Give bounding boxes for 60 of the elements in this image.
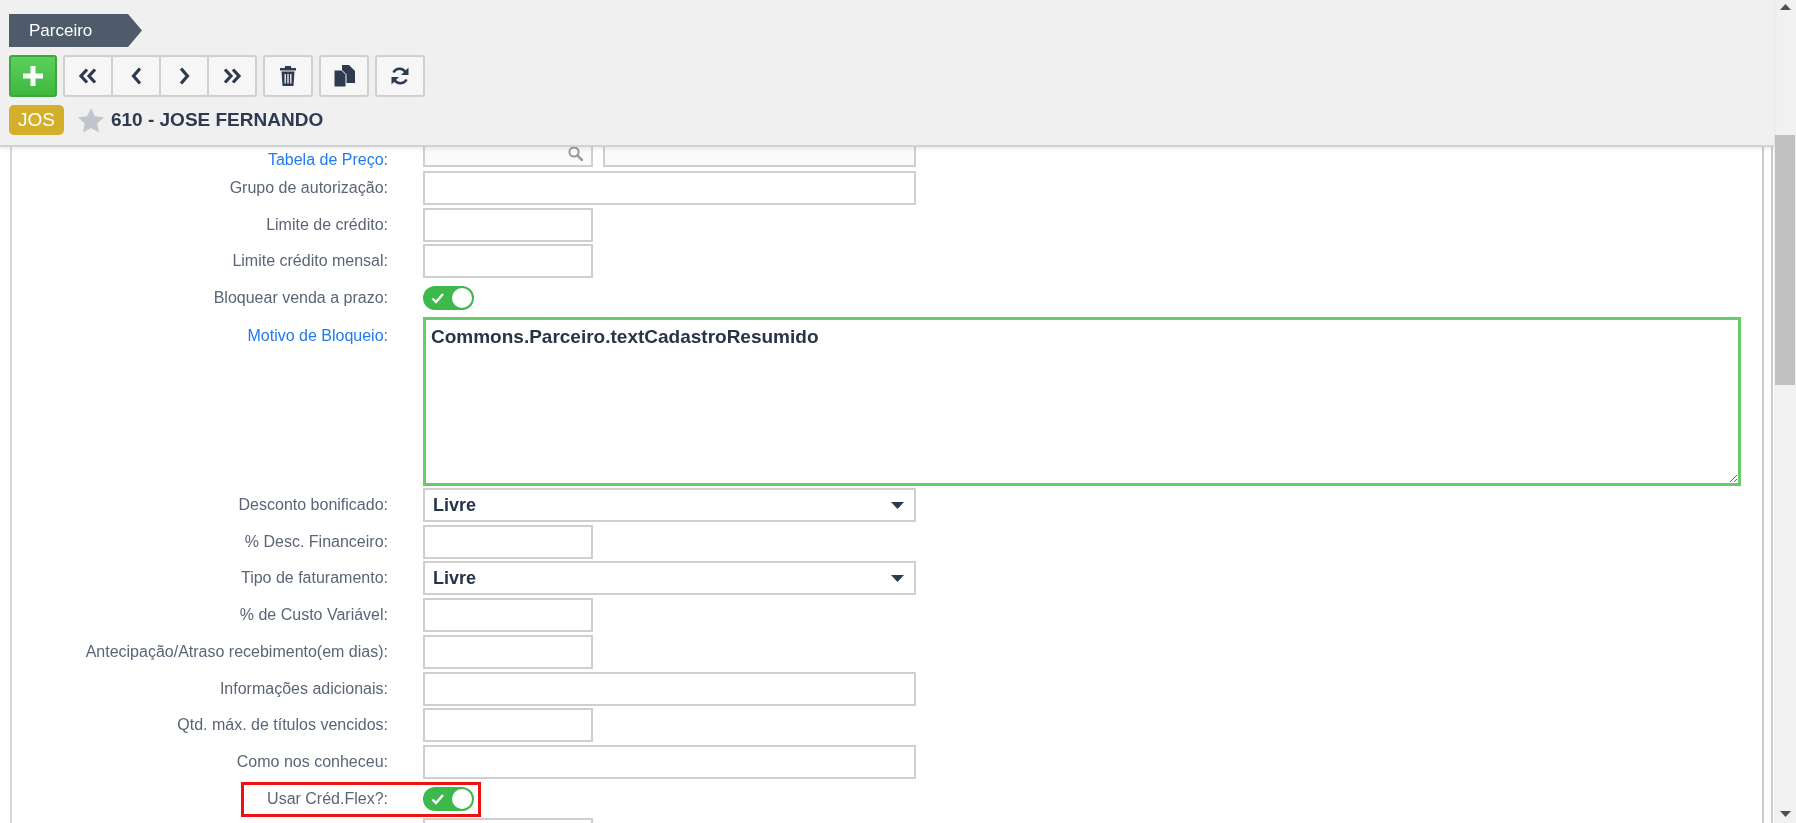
field-link[interactable]: Motivo de Bloqueio: — [247, 327, 388, 345]
check-icon — [431, 792, 444, 805]
search-icon — [568, 147, 583, 161]
breadcrumb-tab[interactable]: Parceiro — [9, 14, 142, 47]
copy-button[interactable] — [319, 55, 369, 97]
scrollbar-track[interactable] — [1774, 0, 1796, 823]
add-button[interactable] — [9, 55, 57, 97]
scrollbar-thumb[interactable] — [1775, 135, 1795, 385]
input-field[interactable] — [423, 634, 593, 669]
field-label: Limite crédito mensal: — [232, 252, 388, 270]
field-label: % de Custo Variável: — [239, 606, 388, 624]
chevron-left-icon — [130, 67, 142, 85]
field-label: Antecipação/Atraso recebimento(em dias): — [85, 642, 388, 660]
caret-icon — [891, 574, 904, 582]
scroll-down-icon[interactable] — [1780, 811, 1791, 817]
first-record-button[interactable] — [63, 55, 113, 97]
input-field[interactable] — [423, 170, 916, 205]
last-record-button[interactable] — [207, 55, 257, 97]
chevron-right-icon — [178, 67, 190, 85]
check-icon — [431, 292, 444, 304]
next-button[interactable] — [159, 55, 209, 97]
double-chevron-left-icon — [78, 68, 98, 84]
caret-icon — [891, 501, 904, 509]
toggle-switch[interactable] — [423, 286, 474, 310]
star-icon[interactable] — [77, 107, 104, 133]
field-label: Limite de crédito: — [266, 215, 388, 233]
field-label: Informações adicionais: — [219, 679, 388, 697]
text-area[interactable]: Commons.Parceiro.textCadastroResumido — [423, 317, 1741, 487]
input-field[interactable] — [423, 744, 916, 779]
dropdown-select[interactable]: Livre — [423, 488, 916, 523]
field-label: % Desc. Financeiro: — [244, 532, 388, 550]
record-title: 610 - JOSE FERNANDO — [110, 107, 324, 132]
field-label: Tipo de faturamento: — [240, 569, 388, 587]
field-label: Qtd. máx. de títulos vencidos: — [177, 716, 388, 734]
field-label: Desconto bonificado: — [238, 496, 388, 514]
input-field[interactable] — [423, 244, 593, 279]
lookup-field[interactable] — [423, 147, 593, 167]
input-field[interactable] — [603, 147, 916, 167]
delete-button[interactable] — [263, 55, 313, 97]
scroll-up-icon[interactable] — [1780, 4, 1791, 10]
refresh-button[interactable] — [375, 55, 425, 97]
refresh-icon — [390, 66, 410, 86]
dropdown-select[interactable]: Livre — [423, 561, 916, 596]
copy-icon — [333, 65, 355, 87]
plus-icon — [23, 66, 43, 86]
input-field[interactable] — [423, 708, 593, 743]
input-field[interactable] — [423, 671, 916, 706]
field-label: Bloquear venda a prazo: — [213, 289, 388, 306]
trash-icon — [280, 66, 296, 86]
field-label: Usar Créd.Flex?: — [267, 789, 388, 807]
input-field[interactable] — [423, 524, 593, 559]
previous-button[interactable] — [111, 55, 161, 97]
input-field[interactable] — [423, 598, 593, 633]
field-label: Grupo de autorização: — [229, 178, 388, 196]
field-link[interactable]: Tabela de Preço: — [267, 151, 388, 168]
input-field[interactable] — [423, 207, 593, 242]
record-badge: JOS — [9, 105, 64, 135]
field-label: Como nos conheceu: — [236, 752, 388, 770]
double-chevron-right-icon — [222, 68, 242, 84]
toggle-switch[interactable] — [423, 786, 474, 811]
